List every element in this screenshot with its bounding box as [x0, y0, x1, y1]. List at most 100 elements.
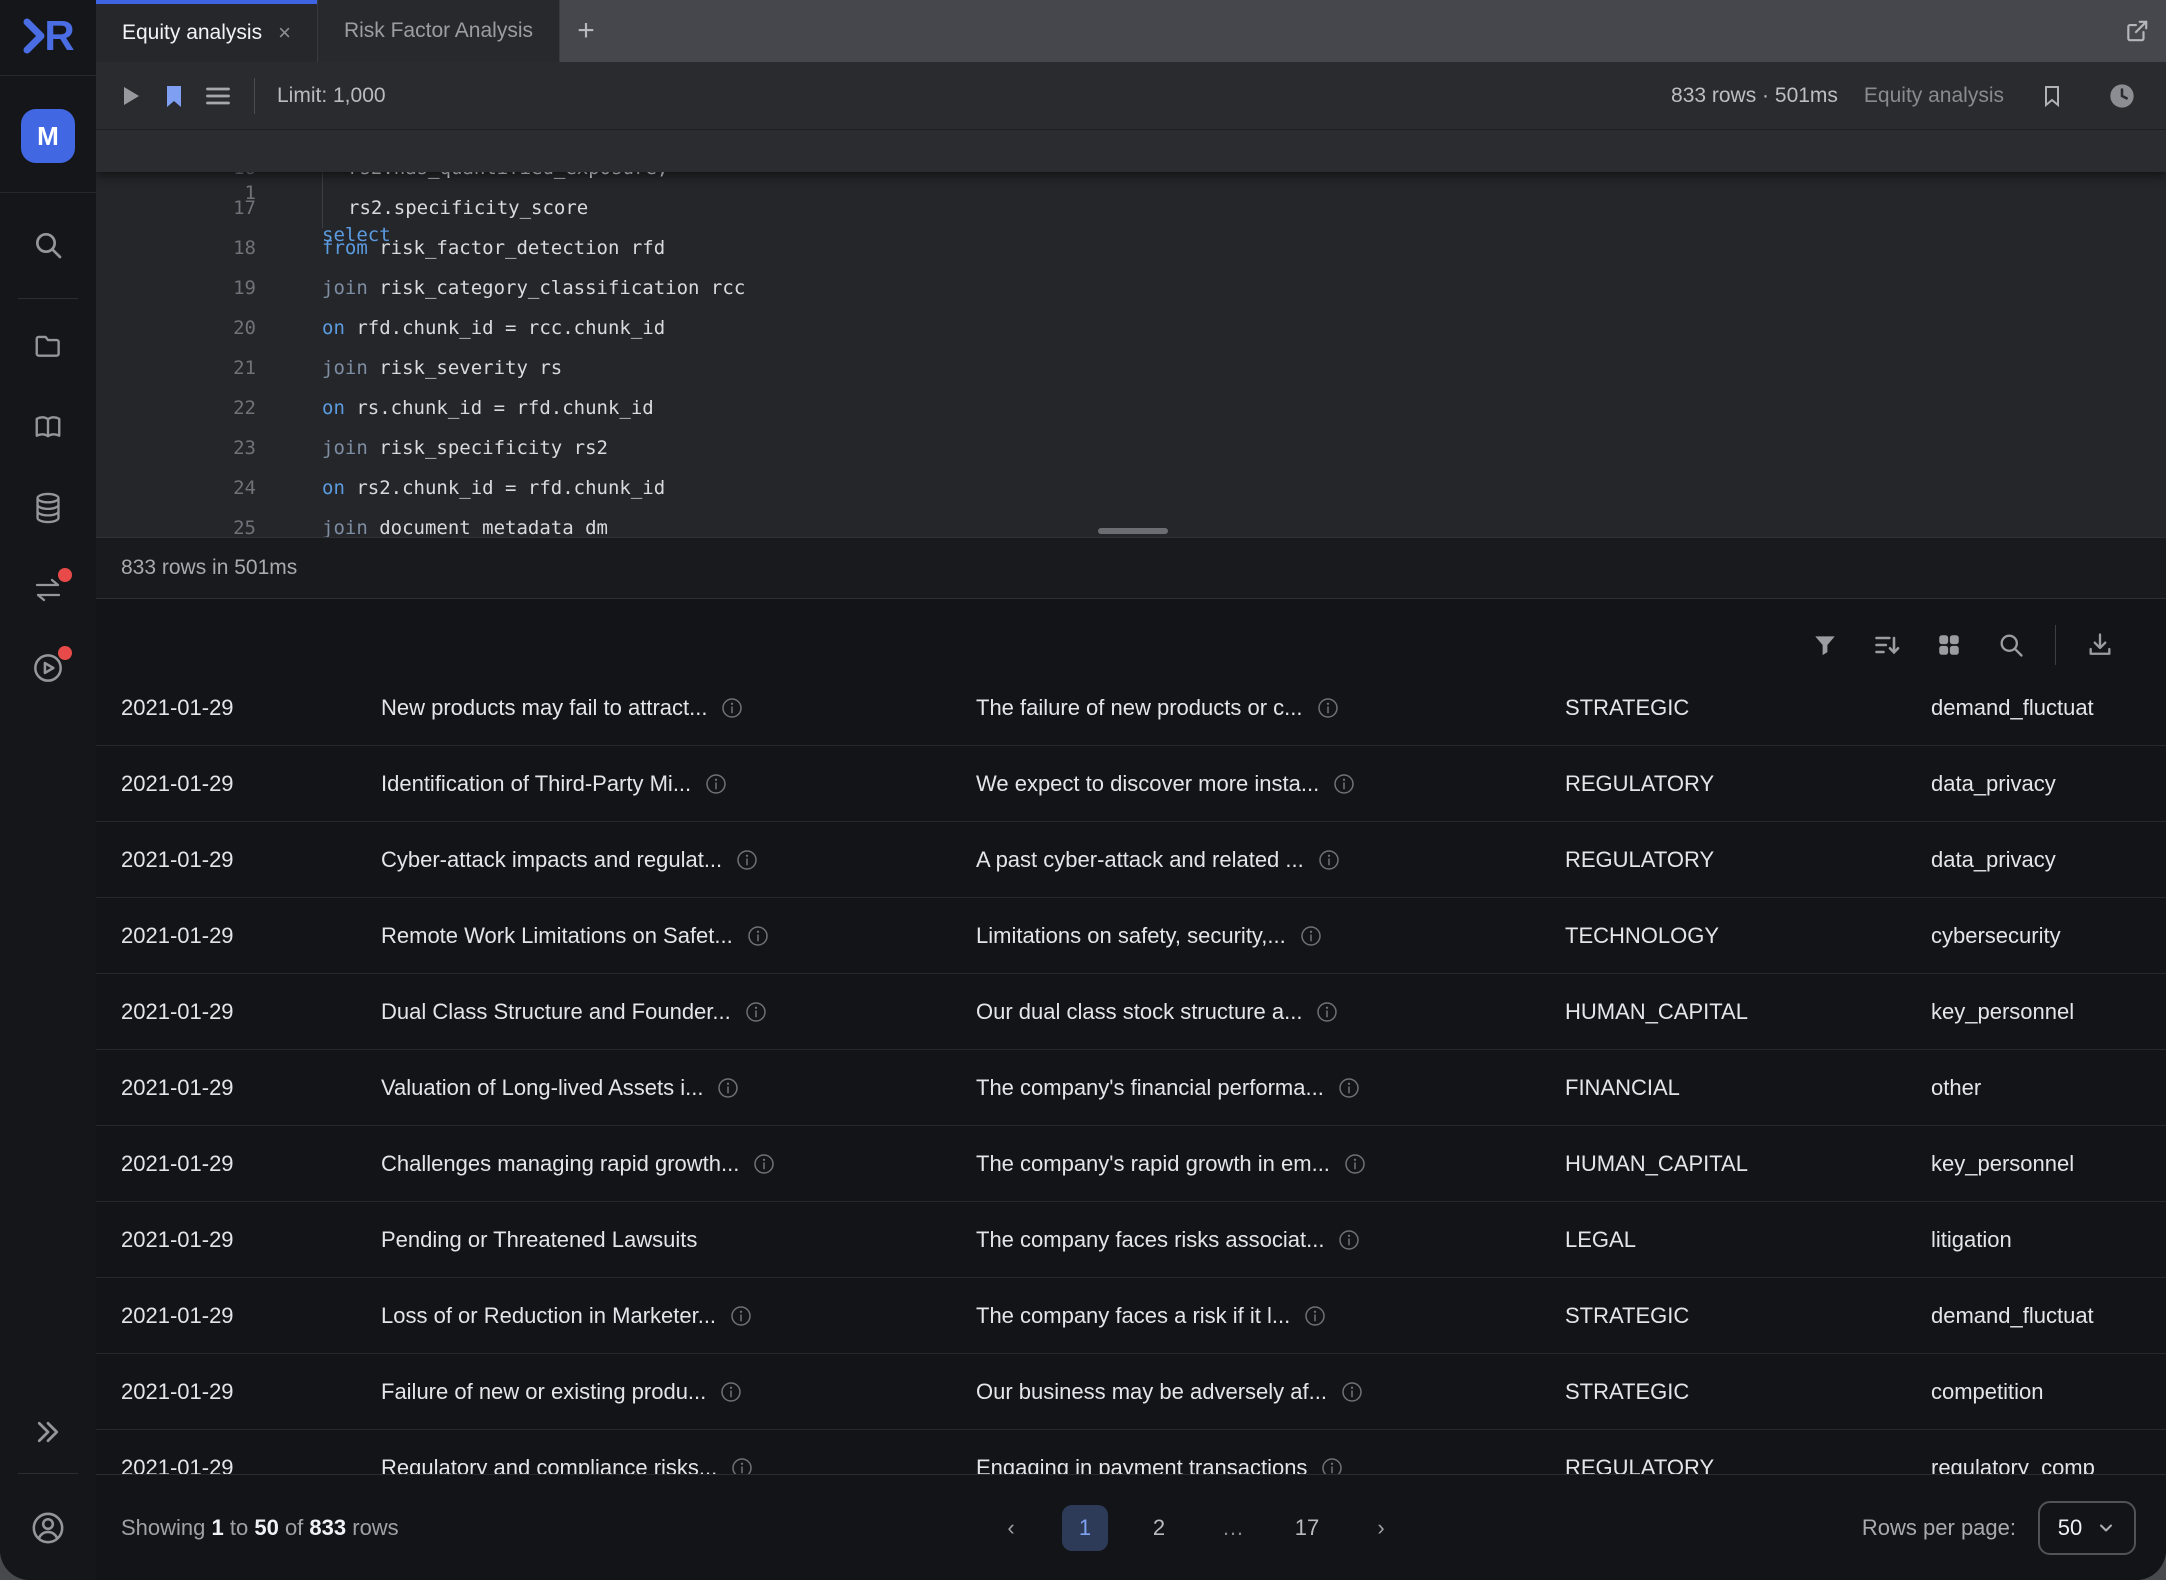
sidebar-item-transfer[interactable] — [0, 562, 96, 618]
tab-risk-factor-analysis[interactable]: Risk Factor Analysis — [317, 0, 560, 62]
cell-risk-title-text: Pending or Threatened Lawsuits — [381, 1227, 697, 1253]
sql-editor[interactable]: 16rs2.has_quantified_exposure,17rs2.spec… — [96, 130, 2166, 537]
info-icon[interactable] — [717, 1077, 739, 1099]
cell-risk-description-text: The company's rapid growth in em... — [976, 1151, 1330, 1177]
code-lines: 16rs2.has_quantified_exposure,17rs2.spec… — [96, 148, 2166, 537]
sort-icon — [1873, 631, 1901, 659]
code-line[interactable]: 17rs2.specificity_score — [96, 188, 2166, 228]
rows-per-page-select[interactable]: 50 — [2038, 1501, 2136, 1555]
download-icon — [2086, 631, 2114, 659]
table-rows: 2021-01-29New products may fail to attra… — [96, 690, 2166, 1474]
table-row[interactable]: 2021-01-29Valuation of Long-lived Assets… — [96, 1050, 2166, 1126]
page-button-17[interactable]: 17 — [1284, 1505, 1330, 1551]
history-clock-icon[interactable] — [2100, 74, 2144, 118]
search-button[interactable] — [1985, 619, 2037, 671]
cell-category: TECHNOLOGY — [1565, 923, 1931, 949]
code-line[interactable]: 24on rs2.chunk_id = rfd.chunk_id — [96, 468, 2166, 508]
cell-risk-description: Engaging in payment transactions — [976, 1455, 1565, 1475]
download-button[interactable] — [2074, 619, 2126, 671]
run-query-icon[interactable] — [108, 74, 152, 118]
info-icon[interactable] — [1344, 1153, 1366, 1175]
table-row[interactable]: 2021-01-29Loss of or Reduction in Market… — [96, 1278, 2166, 1354]
table-row[interactable]: 2021-01-29Dual Class Structure and Found… — [96, 974, 2166, 1050]
code-line[interactable]: 23join risk_specificity rs2 — [96, 428, 2166, 468]
info-icon[interactable] — [1318, 849, 1340, 871]
info-icon[interactable] — [731, 1457, 753, 1475]
table-row[interactable]: 2021-01-29Cyber-attack impacts and regul… — [96, 822, 2166, 898]
info-icon[interactable] — [1338, 1077, 1360, 1099]
info-icon[interactable] — [1317, 697, 1339, 719]
code-line[interactable]: 22on rs.chunk_id = rfd.chunk_id — [96, 388, 2166, 428]
tab-equity-analysis[interactable]: Equity analysis × — [96, 0, 317, 62]
sidebar-item-database[interactable] — [0, 480, 96, 536]
cell-date: 2021-01-29 — [121, 1227, 381, 1253]
app-logo[interactable]: R — [0, 8, 96, 64]
table-row[interactable]: 2021-01-29Remote Work Limitations on Saf… — [96, 898, 2166, 974]
avatar[interactable]: M — [21, 109, 75, 163]
cell-date: 2021-01-29 — [121, 771, 381, 797]
table-row[interactable]: 2021-01-29New products may fail to attra… — [96, 690, 2166, 746]
info-icon[interactable] — [747, 925, 769, 947]
cell-risk-description: We expect to discover more insta... — [976, 771, 1565, 797]
sidebar-account-button[interactable] — [0, 1500, 96, 1556]
code-line[interactable]: 18from risk_factor_detection rfd — [96, 228, 2166, 268]
external-link-icon[interactable] — [2124, 0, 2150, 62]
pagination: ‹12…17› — [956, 1505, 1436, 1551]
book-icon — [33, 412, 63, 442]
sidebar-item-files[interactable] — [0, 317, 96, 373]
line-number: 20 — [96, 308, 256, 348]
cell-risk-title-text: Failure of new or existing produ... — [381, 1379, 706, 1405]
info-icon[interactable] — [753, 1153, 775, 1175]
table-row[interactable]: 2021-01-29Pending or Threatened Lawsuits… — [96, 1202, 2166, 1278]
cell-date: 2021-01-29 — [121, 1075, 381, 1101]
table-row[interactable]: 2021-01-29Regulatory and compliance risk… — [96, 1430, 2166, 1474]
info-icon[interactable] — [730, 1305, 752, 1327]
sidebar-collapse-button[interactable] — [0, 1404, 96, 1460]
info-icon[interactable] — [745, 1001, 767, 1023]
cell-category: HUMAN_CAPITAL — [1565, 999, 1931, 1025]
info-icon[interactable] — [1333, 773, 1355, 795]
limit-label[interactable]: Limit: 1,000 — [277, 84, 386, 108]
grid-view-button[interactable] — [1923, 619, 1975, 671]
table-row[interactable]: 2021-01-29Failure of new or existing pro… — [96, 1354, 2166, 1430]
cell-risk-description: A past cyber-attack and related ... — [976, 847, 1565, 873]
close-icon[interactable]: × — [278, 22, 291, 44]
notification-badge — [58, 646, 72, 660]
code-line[interactable]: 21join risk_severity rs — [96, 348, 2166, 388]
code-line[interactable]: 19join risk_category_classification rcc — [96, 268, 2166, 308]
info-icon[interactable] — [720, 1381, 742, 1403]
cell-category: FINANCIAL — [1565, 1075, 1931, 1101]
info-icon[interactable] — [705, 773, 727, 795]
info-icon[interactable] — [1304, 1305, 1326, 1327]
menu-icon[interactable] — [196, 74, 240, 118]
editor-horizontal-scrollbar[interactable] — [1098, 528, 1168, 534]
bookmark-filled-icon[interactable] — [152, 74, 196, 118]
info-icon[interactable] — [1338, 1229, 1360, 1251]
info-icon[interactable] — [736, 849, 758, 871]
info-icon[interactable] — [1321, 1457, 1343, 1475]
page-button-1[interactable]: 1 — [1062, 1505, 1108, 1551]
filter-icon — [1812, 632, 1838, 658]
prev-page-button[interactable]: ‹ — [988, 1505, 1034, 1551]
code-line[interactable]: 20on rfd.chunk_id = rcc.chunk_id — [96, 308, 2166, 348]
sort-button[interactable] — [1861, 619, 1913, 671]
new-tab-button[interactable]: + — [560, 0, 612, 62]
result-status-bar: 833 rows in 501ms — [96, 537, 2166, 599]
next-page-button[interactable]: › — [1358, 1505, 1404, 1551]
cell-risk-description: Limitations on safety, security,... — [976, 923, 1565, 949]
bookmark-outline-icon[interactable] — [2030, 74, 2074, 118]
info-icon[interactable] — [1316, 1001, 1338, 1023]
info-icon[interactable] — [721, 697, 743, 719]
cell-subcategory: key_personnel — [1931, 999, 2166, 1025]
table-row[interactable]: 2021-01-29Identification of Third-Party … — [96, 746, 2166, 822]
sidebar-item-play[interactable] — [0, 640, 96, 696]
line-number: 24 — [96, 468, 256, 508]
sidebar-item-docs[interactable] — [0, 399, 96, 455]
filter-button[interactable] — [1799, 619, 1851, 671]
page-button-2[interactable]: 2 — [1136, 1505, 1182, 1551]
table-row[interactable]: 2021-01-29Challenges managing rapid grow… — [96, 1126, 2166, 1202]
info-icon[interactable] — [1300, 925, 1322, 947]
sidebar-item-search[interactable] — [0, 217, 96, 273]
info-icon[interactable] — [1341, 1381, 1363, 1403]
app-window: Equity analysis × Risk Factor Analysis + — [0, 0, 2166, 1580]
